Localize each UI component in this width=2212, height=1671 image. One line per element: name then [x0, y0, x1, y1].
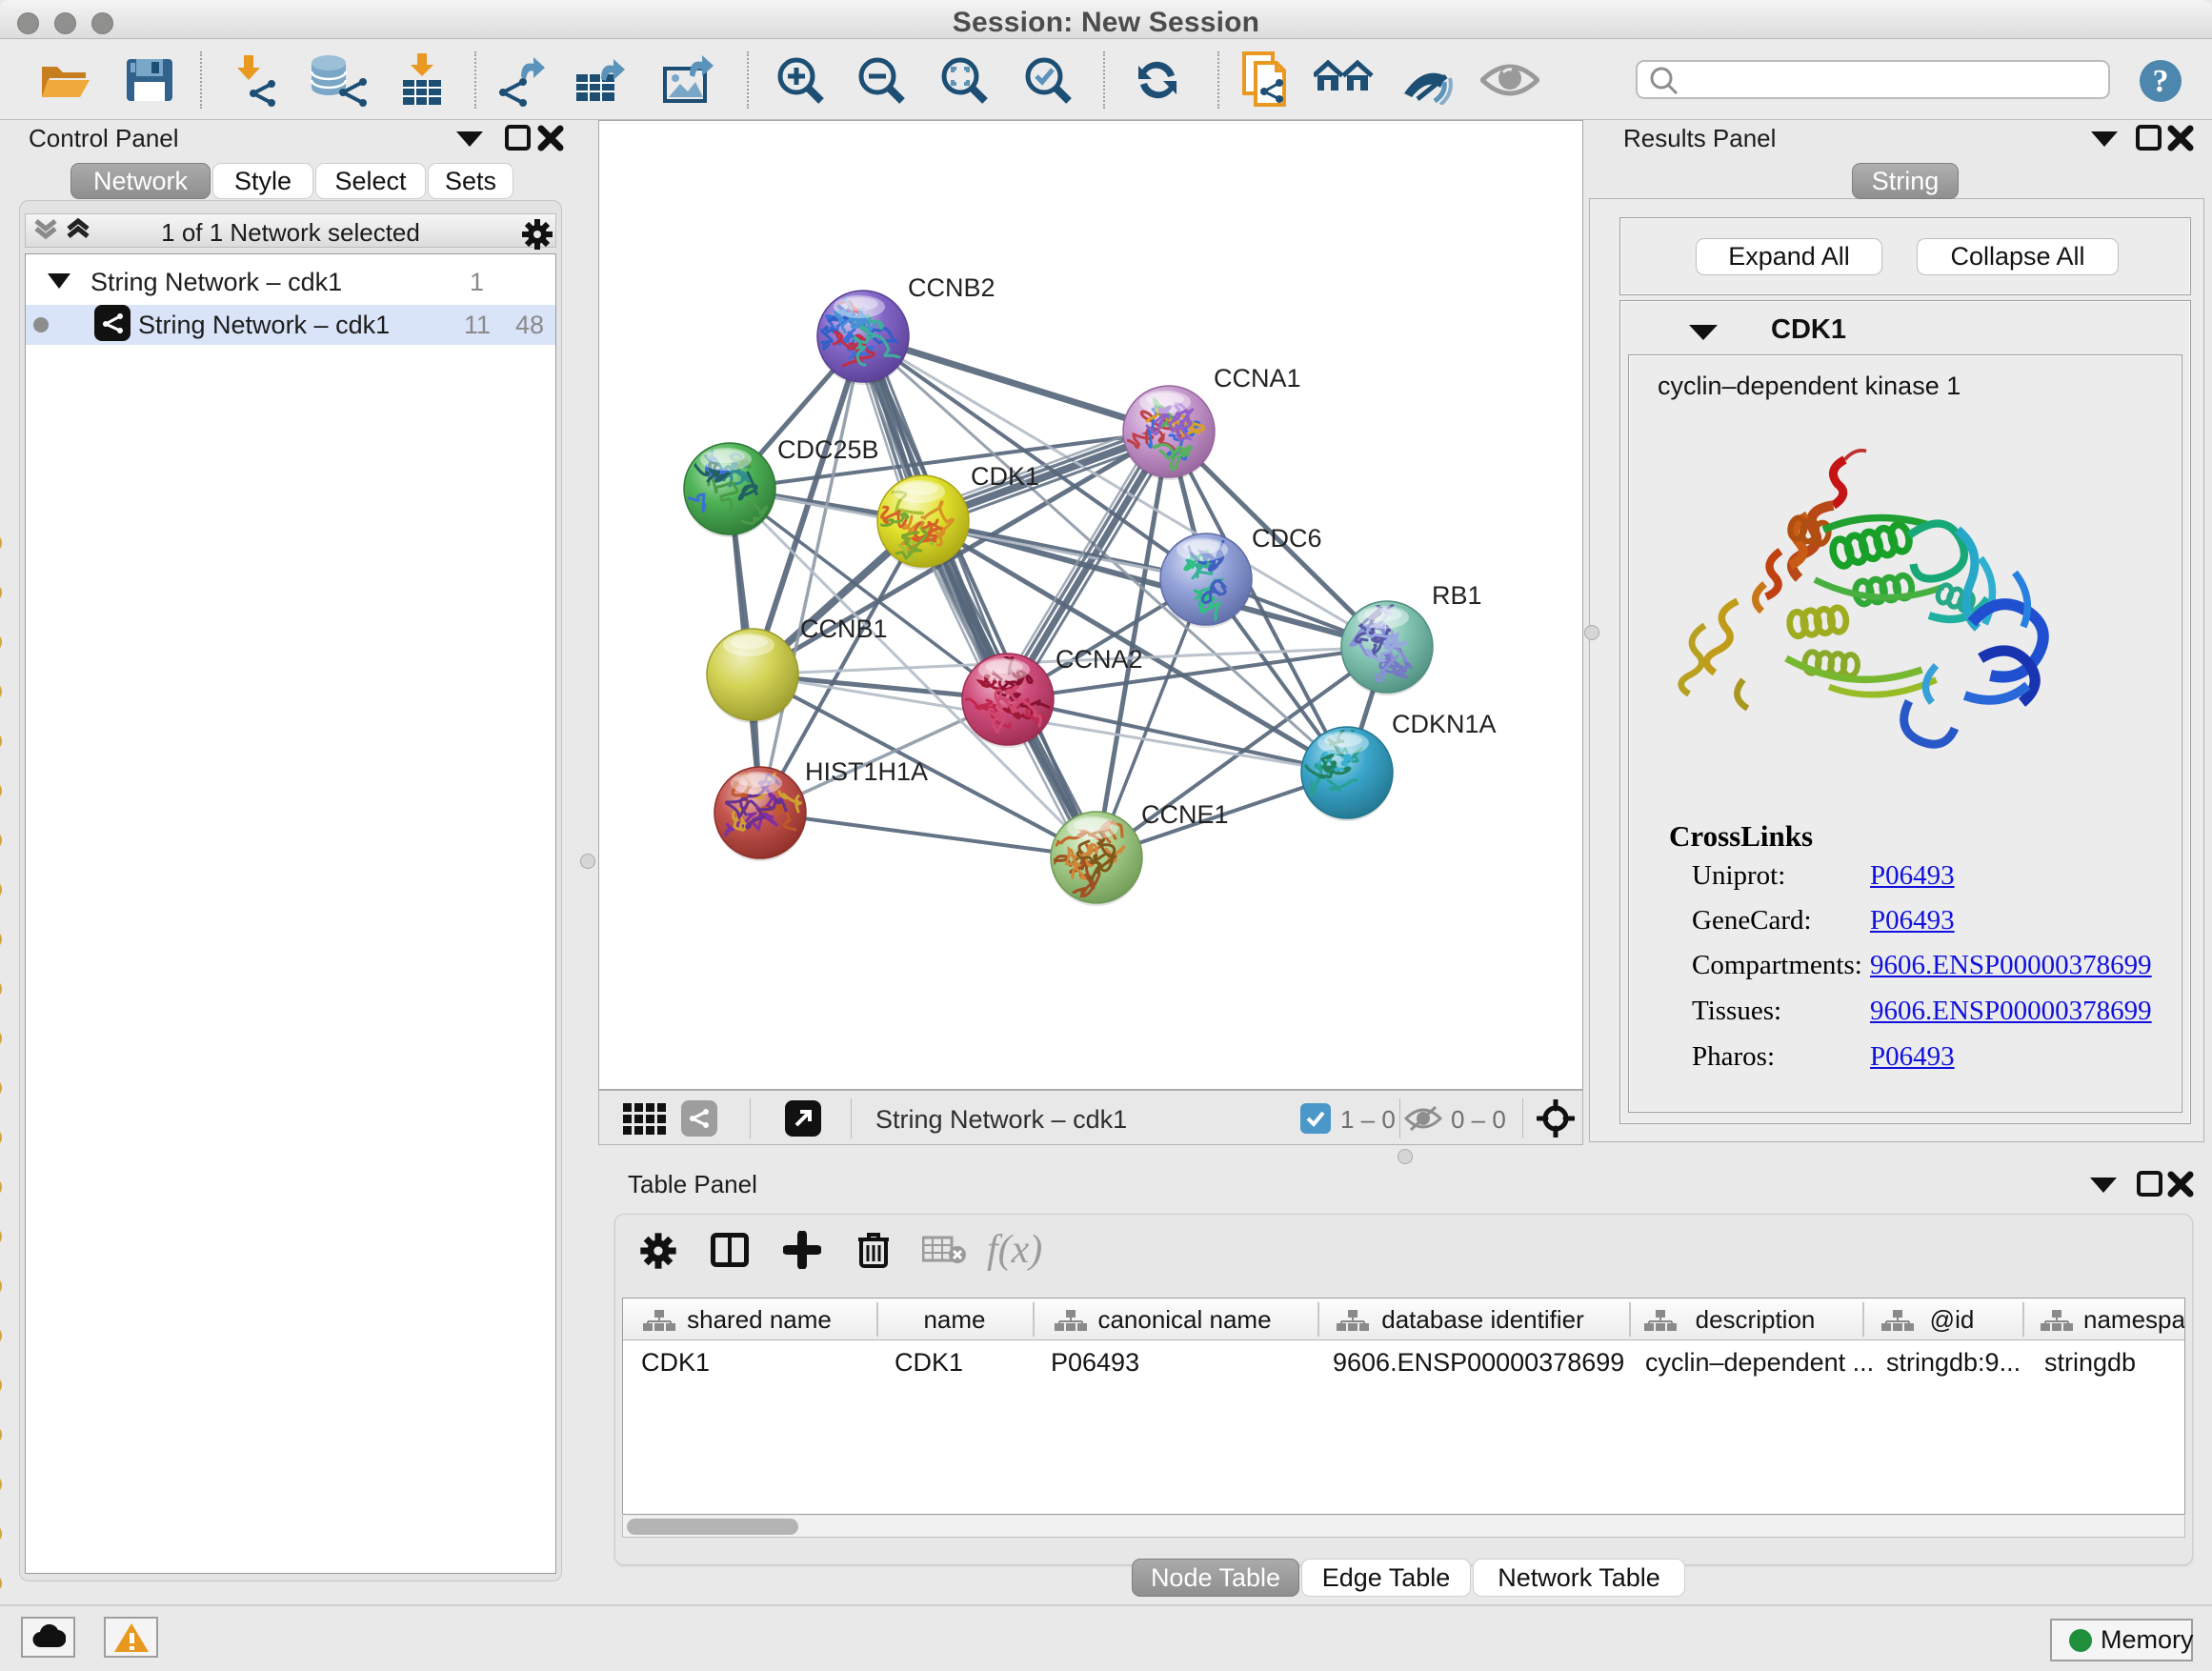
svg-text:CCNB1: CCNB1	[800, 614, 888, 643]
svg-text:?: ?	[2153, 64, 2169, 99]
svg-text:CCNB2: CCNB2	[908, 273, 995, 302]
svg-text:CDC25B: CDC25B	[777, 435, 879, 464]
svg-text:CCNA1: CCNA1	[1214, 364, 1301, 393]
svg-text:HIST1H1A: HIST1H1A	[805, 757, 928, 786]
svg-text:CCNE1: CCNE1	[1141, 800, 1229, 829]
svg-text:CDC6: CDC6	[1252, 524, 1322, 553]
svg-text:CDKN1A: CDKN1A	[1392, 710, 1497, 738]
svg-text:CCNA2: CCNA2	[1056, 645, 1143, 674]
svg-text:RB1: RB1	[1432, 581, 1482, 610]
svg-text:CDK1: CDK1	[971, 462, 1039, 491]
